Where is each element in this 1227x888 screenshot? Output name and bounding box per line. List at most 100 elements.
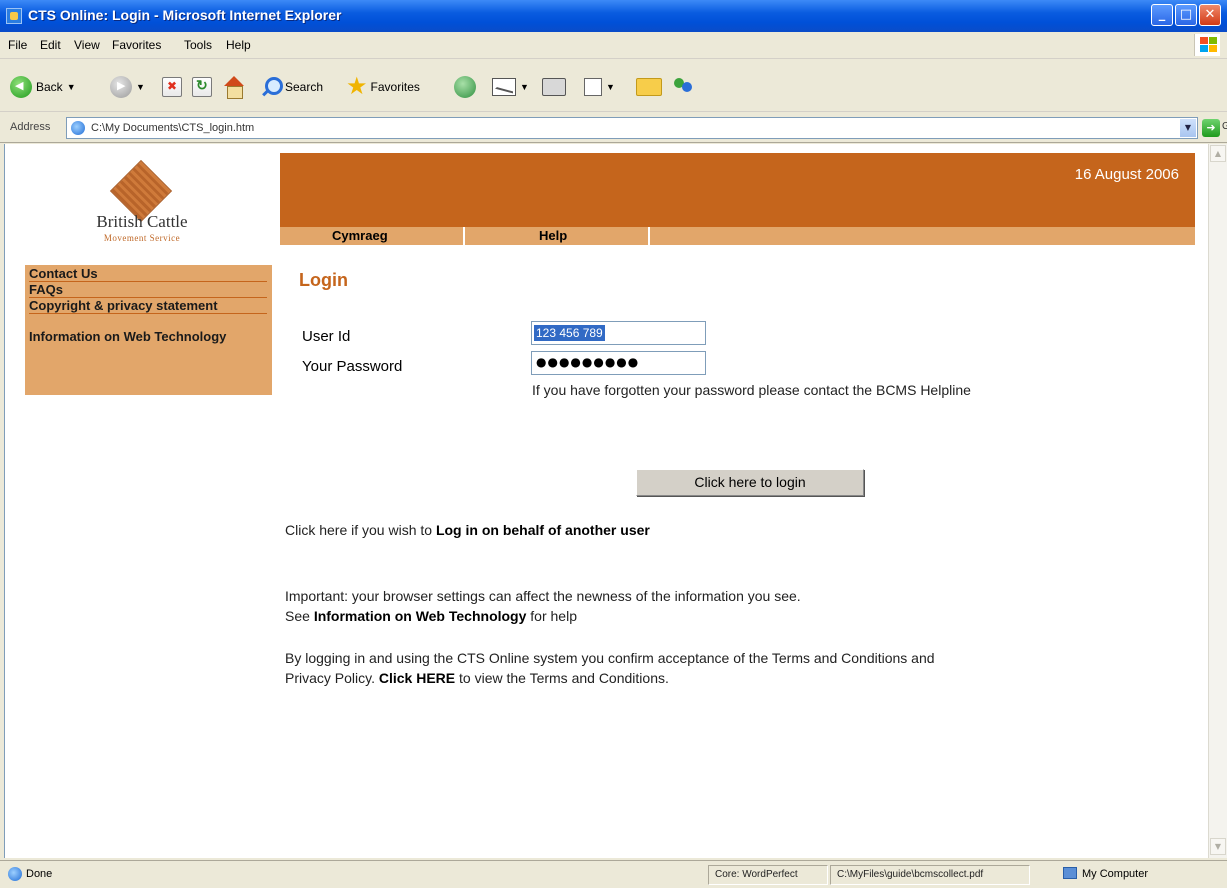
search-icon [260,76,283,98]
user-id-value: 123 456 789 [534,325,605,341]
back-arrow-icon [10,76,32,98]
page-icon [71,121,85,135]
print-icon [542,78,566,96]
password-label: Your Password [302,358,403,375]
chevron-down-icon: ▼ [606,82,615,92]
address-url: C:\My Documents\CTS_login.htm [91,122,255,134]
mail-button[interactable]: ▼ [492,74,529,100]
edit-page-icon [584,78,602,96]
important-prefix: See [285,608,314,624]
home-icon [222,76,246,99]
close-button[interactable]: ✕ [1199,4,1221,26]
user-id-field[interactable]: 123 456 789 [531,321,706,345]
status-text: Done [26,868,53,880]
important-line-1: Important: your browser settings can aff… [285,588,801,604]
header-banner: 16 August 2006 [280,153,1195,227]
toolbar: Back ▼ ▼ Search ★ Favorites ▼ [0,60,1227,112]
user-id-label: User Id [302,328,351,345]
edit-button[interactable]: ▼ [584,74,615,100]
search-label: Search [285,80,324,94]
windows-logo-icon [1194,34,1220,56]
proxy-login-link[interactable]: Log in on behalf of another user [436,522,650,538]
messenger-button[interactable] [672,74,696,100]
status-bar: Done Core: WordPerfect C:\MyFiles\guide\… [0,860,1227,888]
vertical-scrollbar[interactable]: ▲ ▼ [1208,144,1227,858]
favorites-label: Favorites [370,80,420,94]
address-dropdown-button[interactable]: ▼ [1180,119,1196,137]
security-zone: My Computer [1082,868,1149,880]
web-technology-link[interactable]: Information on Web Technology [314,608,527,624]
nav-help[interactable]: Help [465,227,650,245]
terms-line-2: Privacy Policy. Click HERE to view the T… [285,668,669,688]
home-button[interactable] [222,74,246,100]
sidebar-item-web-technology[interactable]: Information on Web Technology [29,329,267,344]
maximize-button[interactable]: □ [1175,4,1197,26]
ie-app-icon[interactable] [6,8,22,24]
window-title: CTS Online: Login - Microsoft Internet E… [28,7,342,23]
terms-suffix: to view the Terms and Conditions. [455,670,669,686]
current-date: 16 August 2006 [1074,166,1179,183]
scroll-up-arrow-icon[interactable]: ▲ [1210,145,1226,162]
media-icon [454,76,476,98]
logo-name: British Cattle [96,212,188,231]
login-button[interactable]: Click here to login [636,469,864,496]
menu-tools[interactable]: Tools [184,38,212,52]
status-page-icon [8,867,22,881]
menu-help[interactable]: Help [226,38,251,52]
sidebar: Contact Us FAQs Copyright & privacy stat… [25,265,272,395]
page-viewport: British Cattle Movement Service 16 Augus… [4,144,1208,858]
proxy-prefix: Click here if you wish to [285,522,436,538]
terms-prefix: Privacy Policy. [285,670,379,686]
folder-icon [636,78,662,96]
messenger-icon [672,76,696,98]
chevron-down-icon: ▼ [520,82,529,92]
status-pane-1: Core: WordPerfect [708,865,828,885]
address-input[interactable]: C:\My Documents\CTS_login.htm ▼ [66,117,1198,139]
proxy-login-text: Click here if you wish to Log in on beha… [285,520,650,540]
sidebar-item-contact-us[interactable]: Contact Us [29,266,267,282]
chevron-down-icon: ▼ [66,82,76,92]
print-button[interactable] [542,74,566,100]
menu-file[interactable]: File [8,38,27,52]
title-bar: CTS Online: Login - Microsoft Internet E… [0,0,1227,32]
menu-bar: File Edit View Favorites Tools Help [0,32,1227,59]
favorites-button[interactable]: ★ Favorites [346,74,420,100]
search-button[interactable]: Search [260,74,323,100]
nav-cymraeg[interactable]: Cymraeg [280,227,465,245]
logo-subtitle: Movement Service [103,233,181,243]
browser-window: CTS Online: Login - Microsoft Internet E… [0,0,1227,888]
back-label: Back [36,80,63,94]
stop-icon [162,77,182,97]
password-value: ●●●●●●●●● [536,355,640,369]
terms-line-1: By logging in and using the CTS Online s… [285,650,935,666]
stop-button[interactable] [162,74,182,100]
chevron-down-icon: ▼ [136,82,145,92]
status-pane-2: C:\MyFiles\guide\bcmscollect.pdf [830,865,1030,885]
menu-edit[interactable]: Edit [40,38,61,52]
menu-view[interactable]: View [74,38,100,52]
address-bar: Address C:\My Documents\CTS_login.htm ▼ … [0,113,1227,143]
media-button[interactable] [454,74,476,100]
refresh-button[interactable] [192,74,212,100]
go-arrow-icon[interactable]: ➜ [1202,119,1220,137]
menu-favorites[interactable]: Favorites [112,38,161,52]
sidebar-item-copyright[interactable]: Copyright & privacy statement [29,298,267,314]
sidebar-item-faqs[interactable]: FAQs [29,282,267,298]
forgotten-password-hint: If you have forgotten your password plea… [532,382,971,398]
folder-button[interactable] [636,74,662,100]
password-field[interactable]: ●●●●●●●●● [531,351,706,375]
important-line-2: See Information on Web Technology for he… [285,606,577,626]
terms-link[interactable]: Click HERE [379,670,455,686]
forward-arrow-icon [110,76,132,98]
favorites-star-icon: ★ [346,73,368,100]
minimize-button[interactable]: _ [1151,4,1173,26]
go-label[interactable]: Go [1222,121,1227,132]
address-label: Address [10,121,51,133]
page-title: Login [299,270,348,290]
scroll-down-arrow-icon[interactable]: ▼ [1210,838,1226,855]
top-nav: Cymraeg Help [280,227,1195,245]
important-suffix: for help [526,608,577,624]
back-button[interactable]: Back ▼ [10,74,76,100]
forward-button[interactable]: ▼ [110,74,145,100]
mail-icon [492,78,516,96]
